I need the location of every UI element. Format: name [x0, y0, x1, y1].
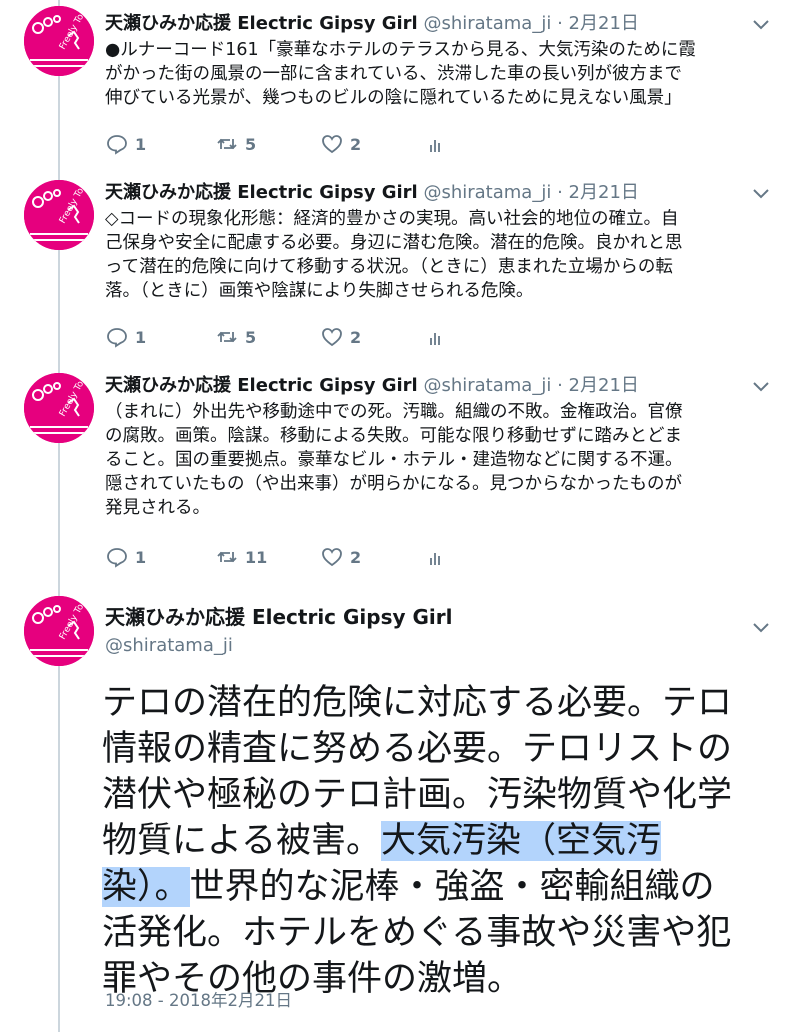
tweet-header: 天瀬ひみか応援 Electric Gipsy Girl @shiratama_j… — [105, 12, 639, 36]
bar-chart-icon — [425, 545, 449, 569]
like-count: 2 — [350, 134, 362, 154]
reply-count: 1 — [135, 134, 147, 154]
tweet-date[interactable]: 2月21日 — [569, 182, 639, 203]
reply-count: 1 — [135, 547, 147, 567]
tweet-text-line: 落。（ときに）画策や陰謀により失脚させられる危険。 — [105, 281, 534, 301]
author-handle[interactable]: @shiratama_ji — [423, 375, 551, 396]
main-tweet-line: 物質による被害。大気汚染（空気汚 — [102, 818, 782, 864]
tweet-text-line: ●ルナーコード161「豪華なホテルのテラスから見る、大気汚染のために霞 — [105, 40, 696, 60]
chevron-down-icon[interactable] — [752, 381, 770, 393]
reply-bubble-icon — [105, 132, 129, 156]
retweet-button[interactable]: 5 — [215, 130, 256, 158]
like-button[interactable]: 2 — [320, 323, 361, 351]
retweet-button[interactable]: 11 — [215, 543, 267, 571]
heart-icon — [320, 325, 344, 349]
author-handle[interactable]: @shiratama_ji — [105, 634, 233, 658]
tweet-date[interactable]: 2月21日 — [569, 13, 639, 34]
main-tweet-line: 情報の精査に努める必要。テロリストの — [102, 729, 733, 769]
avatar[interactable]: Freely Tomorrow — [24, 6, 94, 76]
tweet-text-line: の腐敗。画策。陰謀。移動による失敗。可能な限り移動せずに踏みとどま — [105, 426, 682, 446]
analytics-button[interactable] — [425, 543, 449, 571]
avatar-image: Freely Tomorrow — [24, 596, 94, 666]
main-tweet-text: テロの潜在的危険に対応する必要。テロ 情報の精査に努める必要。テロリストの 潜伏… — [102, 680, 782, 1002]
retweet-count: 11 — [245, 547, 268, 567]
analytics-button[interactable] — [425, 323, 449, 351]
author-name[interactable]: 天瀬ひみか応援 Electric Gipsy Girl — [105, 375, 418, 396]
tweet-text: ◇コードの現象化形態：経済的豊かさの実現。高い社会的地位の確立。自 己保身や安全… — [105, 207, 775, 303]
author-name[interactable]: 天瀬ひみか応援 Electric Gipsy Girl — [105, 13, 418, 34]
tweet-text-line: 発見される。 — [105, 498, 210, 518]
avatar-image: Freely Tomorrow — [24, 180, 94, 250]
like-button[interactable]: 2 — [320, 543, 361, 571]
retweet-arrows-icon — [215, 545, 239, 569]
separator-dot: · — [557, 13, 563, 34]
retweet-button[interactable]: 5 — [215, 323, 256, 351]
tweet-text-line: って潜在的危険に向けて移動する状況。（ときに）恵まれた立場からの転 — [105, 257, 673, 277]
main-tweet-line: 潜伏や極秘のテロ計画。汚染物質や化学 — [102, 775, 733, 815]
bar-chart-icon — [425, 325, 449, 349]
avatar[interactable]: Freely Tomorrow — [24, 373, 94, 443]
tweet-text: （まれに）外出先や移動途中での死。汚職。組織の不敗。金権政治。官僚 の腐敗。画策… — [105, 400, 775, 520]
tweet-text-line: 伸びている光景が、幾つものビルの陰に隠れているために見えない風景」 — [105, 88, 682, 108]
tweet-text-line: （まれに）外出先や移動途中での死。汚職。組織の不敗。金権政治。官僚 — [105, 402, 683, 422]
thread-connector-line — [58, 0, 60, 1032]
retweet-arrows-icon — [215, 132, 239, 156]
tweet-text: ●ルナーコード161「豪華なホテルのテラスから見る、大気汚染のために霞 がかった… — [105, 38, 775, 110]
text-selection-highlight: 大気汚染（空気汚 — [380, 821, 661, 861]
tweet-text-line: がかった街の風景の一部に含まれている、渋滞した車の長い列が彼方まで — [105, 64, 682, 84]
bar-chart-icon — [425, 132, 449, 156]
avatar-image: Freely Tomorrow — [24, 6, 94, 76]
author-handle[interactable]: @shiratama_ji — [423, 13, 551, 34]
main-tweet-line: 染）。世界的な泥棒・強盗・密輸組織の — [102, 864, 782, 910]
analytics-button[interactable] — [425, 130, 449, 158]
text-selection-highlight: 染）。 — [102, 867, 190, 907]
retweet-count: 5 — [245, 327, 257, 347]
reply-button[interactable]: 1 — [105, 130, 146, 158]
reply-bubble-icon — [105, 325, 129, 349]
main-tweet-text-segment: 世界的な泥棒・強盗・密輸組織の — [189, 867, 715, 907]
tweet-text-line: ◇コードの現象化形態：経済的豊かさの実現。高い社会的地位の確立。自 — [105, 209, 679, 229]
like-count: 2 — [350, 547, 362, 567]
main-tweet-line: 活発化。ホテルをめぐる事故や災害や犯 — [102, 913, 732, 953]
tweet-header: 天瀬ひみか応援 Electric Gipsy Girl @shiratama_j… — [105, 374, 639, 398]
tweet-text-line: ること。国の重要拠点。豪華なビル・ホテル・建造物などに関する不運。 — [105, 450, 683, 470]
like-button[interactable]: 2 — [320, 130, 361, 158]
reply-button[interactable]: 1 — [105, 543, 146, 571]
separator-dot: · — [557, 182, 563, 203]
separator-dot: · — [557, 375, 563, 396]
tweet-timestamp[interactable]: 19:08 - 2018年2月21日 — [105, 990, 292, 1012]
avatar[interactable]: Freely Tomorrow — [24, 180, 94, 250]
avatar[interactable]: Freely Tomorrow — [24, 596, 94, 666]
avatar-image: Freely Tomorrow — [24, 373, 94, 443]
like-count: 2 — [350, 327, 362, 347]
author-handle[interactable]: @shiratama_ji — [423, 182, 551, 203]
main-tweet-line: テロの潜在的危険に対応する必要。テロ — [102, 683, 733, 723]
chevron-down-icon[interactable] — [752, 19, 770, 31]
chevron-down-icon[interactable] — [752, 188, 770, 200]
retweet-count: 5 — [245, 134, 257, 154]
main-tweet-text-segment: 物質による被害。 — [102, 821, 381, 861]
reply-button[interactable]: 1 — [105, 323, 146, 351]
chevron-down-icon[interactable] — [752, 622, 770, 634]
heart-icon — [320, 132, 344, 156]
retweet-arrows-icon — [215, 325, 239, 349]
author-name[interactable]: 天瀬ひみか応援 Electric Gipsy Girl — [105, 182, 418, 203]
reply-bubble-icon — [105, 545, 129, 569]
tweet-text-line: 己保身や安全に配慮する必要。身辺に潜む危険。潜在的危険。良かれと思 — [105, 233, 683, 253]
tweet-text-line: 隠されていたもの（や出来事）が明らかになる。見つからなかったものが — [105, 474, 682, 494]
author-name[interactable]: 天瀬ひみか応援 Electric Gipsy Girl — [105, 604, 452, 630]
reply-count: 1 — [135, 327, 147, 347]
heart-icon — [320, 545, 344, 569]
tweet-date[interactable]: 2月21日 — [569, 375, 639, 396]
tweet-header: 天瀬ひみか応援 Electric Gipsy Girl @shiratama_j… — [105, 181, 639, 205]
